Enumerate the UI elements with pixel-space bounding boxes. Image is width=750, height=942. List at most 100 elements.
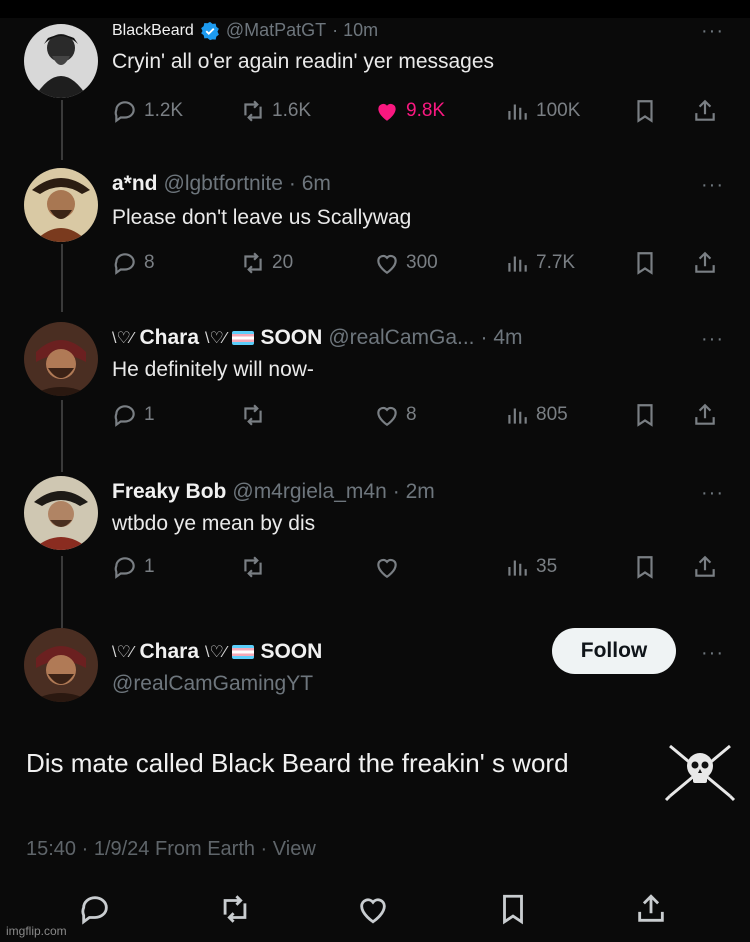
- bookmark-button[interactable]: [632, 554, 658, 580]
- pirate-portrait-icon: [24, 476, 98, 550]
- avatar[interactable]: [24, 322, 98, 396]
- share-button[interactable]: [692, 98, 718, 124]
- display-name[interactable]: Chara: [139, 640, 199, 664]
- thread-line: [61, 100, 63, 160]
- retweet-button[interactable]: 1.6K: [240, 98, 311, 124]
- more-options-icon[interactable]: ···: [701, 174, 724, 197]
- reply-count: 1: [144, 556, 155, 577]
- avatar[interactable]: [24, 24, 98, 98]
- bookmark-icon: [637, 404, 653, 427]
- share-button[interactable]: [692, 402, 718, 428]
- avatar[interactable]: [24, 628, 98, 702]
- bookmark-icon: [637, 252, 653, 275]
- views-count: 35: [536, 556, 558, 577]
- focused-tweet-text: Dis mate called Black Beard the freakin'…: [26, 748, 569, 778]
- share-icon: [695, 99, 715, 121]
- retweet-button[interactable]: 20: [240, 250, 293, 276]
- share-icon: [638, 894, 664, 922]
- retweet-button[interactable]: [218, 892, 252, 926]
- views-button[interactable]: 100K: [504, 98, 580, 124]
- display-name[interactable]: Chara: [139, 326, 199, 350]
- views-count: 805: [536, 404, 568, 425]
- handle[interactable]: @realCamGa...: [328, 326, 474, 350]
- views-icon: [508, 256, 527, 272]
- tweet-meta: 15:40 · 1/9/24 From Earth · View: [26, 838, 316, 860]
- share-button[interactable]: [634, 892, 668, 926]
- like-button[interactable]: 9.8K: [374, 98, 445, 124]
- reply-button[interactable]: 1: [112, 402, 155, 428]
- like-button[interactable]: 8: [374, 402, 417, 428]
- tweet-actions: 1 8 805: [112, 402, 732, 432]
- share-icon: [695, 403, 715, 425]
- tweet-header: \♡⁄ Chara \♡⁄ SOON: [112, 640, 322, 664]
- tweet-text: wtbdo ye mean by dis: [112, 512, 316, 535]
- views-button[interactable]: 805: [504, 402, 568, 428]
- retweet-button[interactable]: [240, 554, 266, 580]
- avatar[interactable]: [24, 476, 98, 550]
- share-icon: [695, 251, 715, 273]
- reply-count: 1.2K: [144, 100, 184, 121]
- reply-icon: [114, 253, 135, 275]
- timestamp: · 2m: [392, 480, 435, 503]
- display-name[interactable]: BlackBeard: [112, 22, 194, 40]
- heart-icon: [360, 898, 386, 924]
- reply-button[interactable]: 1.2K: [112, 98, 183, 124]
- handle[interactable]: @MatPatGT: [226, 20, 326, 41]
- retweet-count: 20: [272, 252, 294, 273]
- tweet-text: He definitely will now-: [112, 358, 314, 381]
- views-button[interactable]: 35: [504, 554, 557, 580]
- follow-button[interactable]: Follow: [552, 628, 676, 674]
- handle[interactable]: @lgbtfortnite: [164, 172, 283, 196]
- bookmark-button[interactable]: [632, 402, 658, 428]
- retweet-icon: [223, 895, 247, 923]
- thread-line: [61, 400, 63, 472]
- tweet-actions: 8 20 300 7.7K: [112, 250, 732, 280]
- top-black-bar: [0, 0, 750, 18]
- like-button[interactable]: 300: [374, 250, 438, 276]
- timestamp: · 6m: [288, 172, 331, 195]
- like-count: 8: [406, 404, 417, 425]
- verified-badge-icon: [200, 21, 219, 40]
- like-button[interactable]: [356, 892, 390, 926]
- heart-emoji-icon: \♡⁄: [205, 644, 227, 661]
- display-name[interactable]: Freaky Bob: [112, 480, 226, 504]
- share-button[interactable]: [692, 554, 718, 580]
- retweet-count: 1.6K: [272, 100, 312, 121]
- handle[interactable]: @realCamGamingYT: [112, 672, 313, 696]
- bookmark-button[interactable]: [496, 892, 530, 926]
- bookmark-icon: [503, 894, 523, 925]
- more-options-icon[interactable]: ···: [701, 642, 724, 665]
- retweet-button[interactable]: [240, 402, 266, 428]
- thread-line: [61, 244, 63, 312]
- reply-icon: [114, 557, 135, 579]
- reply-button[interactable]: 1: [112, 554, 155, 580]
- tweet-header: BlackBeard @MatPatGT · 10m: [112, 20, 378, 41]
- heart-emoji-icon: \♡⁄: [112, 644, 134, 661]
- more-options-icon[interactable]: ···: [701, 20, 724, 43]
- tweet-header: Freaky Bob @m4rgiela_m4n · 2m: [112, 480, 435, 504]
- views-count: 100K: [536, 100, 581, 121]
- bookmark-icon: [637, 556, 653, 579]
- bookmark-button[interactable]: [632, 250, 658, 276]
- tweet-text: Please don't leave us Scallywag: [112, 206, 412, 229]
- tweet-actions: 1.2K 1.6K 9.8K 100K: [112, 98, 732, 128]
- handle[interactable]: @m4rgiela_m4n: [232, 480, 386, 504]
- reply-button[interactable]: 8: [112, 250, 155, 276]
- more-options-icon[interactable]: ···: [701, 328, 724, 351]
- tweet-header: a*nd @lgbtfortnite · 6m: [112, 172, 331, 196]
- reply-button[interactable]: [78, 892, 112, 926]
- views-button[interactable]: 7.7K: [504, 250, 575, 276]
- bookmark-button[interactable]: [632, 98, 658, 124]
- more-options-icon[interactable]: ···: [701, 482, 724, 505]
- like-button[interactable]: [374, 554, 400, 580]
- share-button[interactable]: [692, 250, 718, 276]
- tweet-text: Cryin' all o'er again readin' yer messag…: [112, 50, 495, 73]
- pirate-portrait-icon: [24, 24, 98, 98]
- retweet-icon: [244, 556, 262, 578]
- avatar[interactable]: [24, 168, 98, 242]
- views-icon: [508, 560, 527, 576]
- display-name[interactable]: a*nd: [112, 172, 158, 196]
- pirate-portrait-icon: [24, 168, 98, 242]
- heart-icon: [377, 406, 397, 427]
- timestamp: · 4m: [480, 326, 523, 349]
